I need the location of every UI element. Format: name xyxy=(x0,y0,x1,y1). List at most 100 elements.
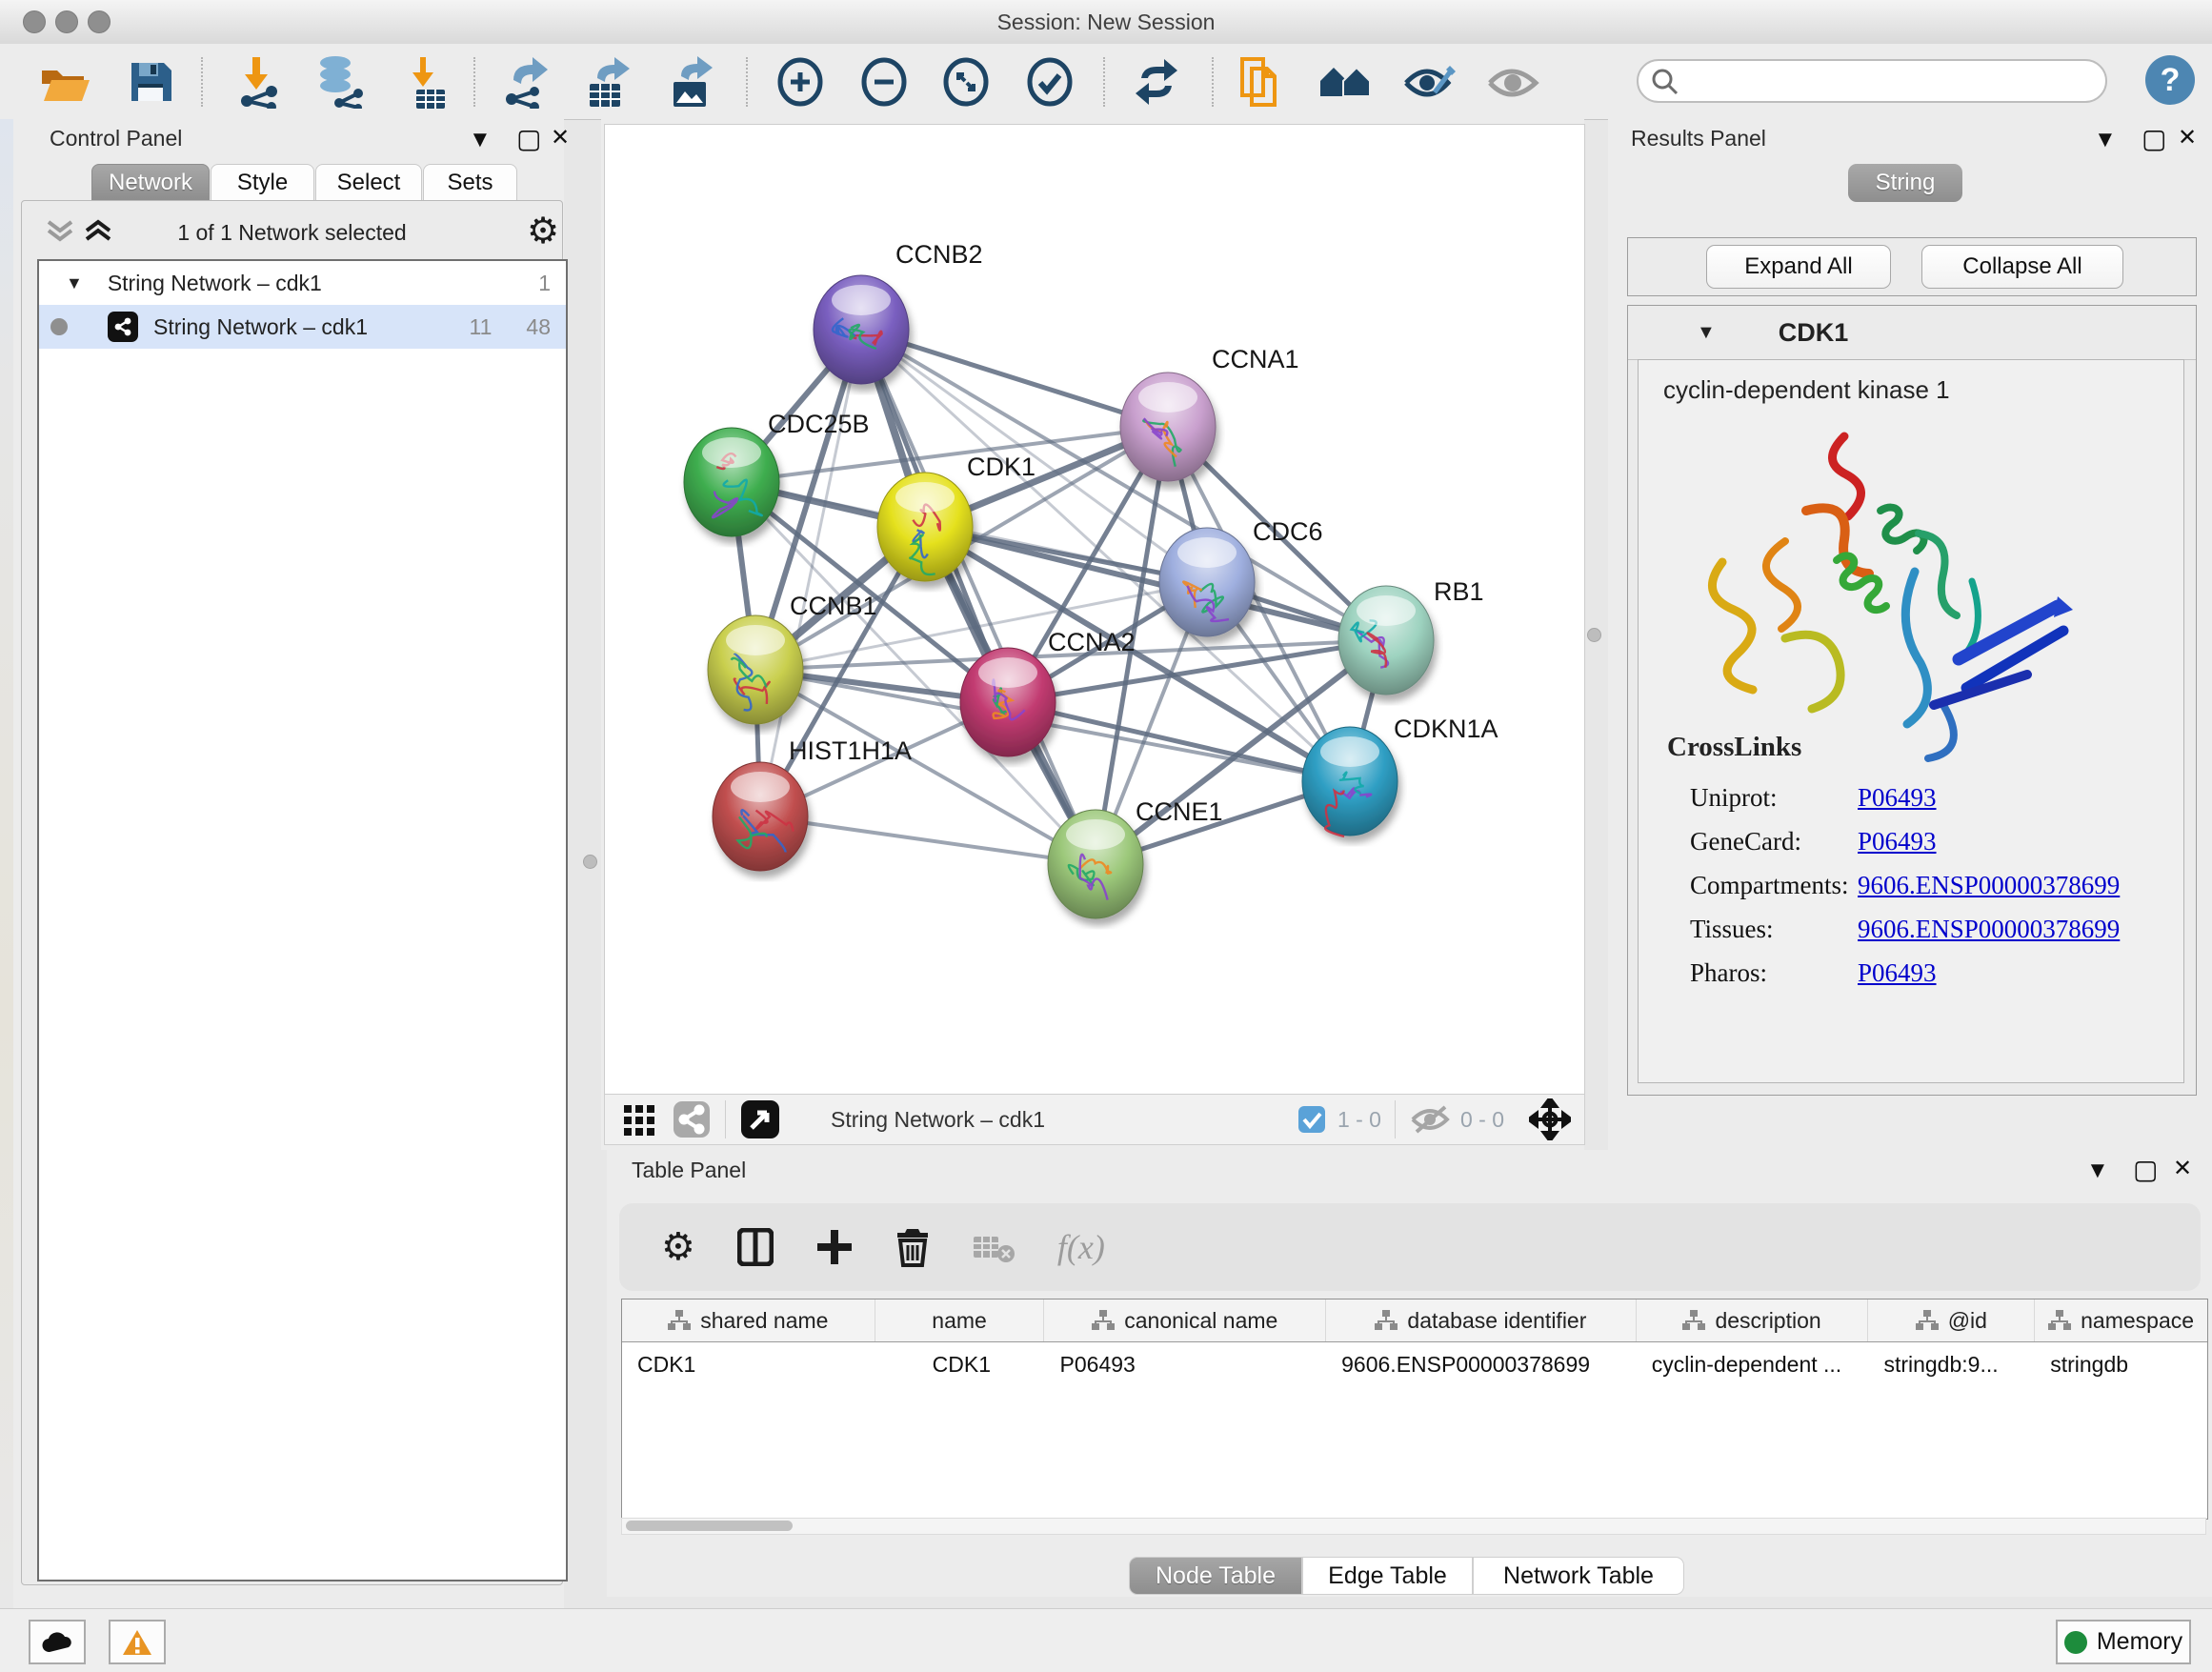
column-header[interactable]: namespace xyxy=(2035,1299,2207,1341)
column-header[interactable]: database identifier xyxy=(1326,1299,1637,1341)
node-HIST1H1A[interactable]: HIST1H1A xyxy=(713,736,912,871)
help-button[interactable]: ? xyxy=(2145,55,2195,105)
memory-status-dot xyxy=(2064,1631,2087,1654)
zoom-in-icon[interactable] xyxy=(774,55,827,109)
import-network-database-icon[interactable] xyxy=(312,55,366,109)
crosslink-label: Tissues: xyxy=(1690,915,1858,944)
grid-view-icon[interactable] xyxy=(622,1101,658,1138)
collapse-all-button[interactable]: Collapse All xyxy=(1921,245,2123,289)
results-panel-close-icon[interactable]: ✕ xyxy=(2178,124,2197,151)
table-panel: Table Panel ▼ ▢ ✕ ⚙ f(x) shared name nam… xyxy=(607,1150,2212,1597)
delete-trash-icon[interactable] xyxy=(895,1227,930,1267)
splitter-handle[interactable] xyxy=(583,855,597,869)
crosslink-link[interactable]: 9606.ENSP00000378699 xyxy=(1858,915,2120,944)
network-type-icon-gray[interactable] xyxy=(672,1099,712,1139)
refresh-icon[interactable] xyxy=(1130,55,1183,109)
control-panel-float-icon[interactable]: ▢ xyxy=(516,123,541,154)
results-panel-menu-icon[interactable]: ▼ xyxy=(2094,127,2117,153)
cell-name[interactable]: CDK1 xyxy=(875,1352,1045,1378)
node-CCNE1[interactable]: CCNE1 xyxy=(1048,797,1223,918)
cell-canonical-name[interactable]: P06493 xyxy=(1045,1352,1327,1378)
horizontal-scrollbar[interactable] xyxy=(621,1518,2206,1535)
cell-shared-name[interactable]: CDK1 xyxy=(622,1352,875,1378)
network-canvas[interactable]: CCNB2CCNA1CDC25BCDK1CDC6RB1CCNB1CCNA2CDK… xyxy=(604,124,1585,1096)
splitter-handle[interactable] xyxy=(1587,628,1601,642)
zoom-out-icon[interactable] xyxy=(857,55,911,109)
network-view-panel: CCNB2CCNA1CDC25BCDK1CDC6RB1CCNB1CCNA2CDK… xyxy=(601,119,1584,1150)
edge-CCNB2-CCNE1[interactable] xyxy=(861,330,1096,864)
tab-node-table[interactable]: Node Table xyxy=(1129,1557,1302,1595)
zoom-selected-icon[interactable] xyxy=(1023,55,1076,109)
memory-button[interactable]: Memory xyxy=(2056,1620,2191,1664)
node-RB1[interactable]: RB1 xyxy=(1338,577,1484,695)
column-header[interactable]: shared name xyxy=(622,1299,875,1341)
main-toolbar: ? xyxy=(0,44,2212,120)
pan-crosshair-icon[interactable] xyxy=(1529,1098,1571,1140)
export-network-icon[interactable] xyxy=(499,55,553,109)
export-image-icon[interactable] xyxy=(665,55,718,109)
crosslink-link[interactable]: P06493 xyxy=(1858,783,1937,813)
tab-style[interactable]: Style xyxy=(211,164,314,202)
collection-expander-icon[interactable]: ▼ xyxy=(66,273,83,293)
column-header[interactable]: name xyxy=(875,1299,1045,1341)
crosslink-link[interactable]: 9606.ENSP00000378699 xyxy=(1858,871,2120,900)
cell-description[interactable]: cyclin-dependent ... xyxy=(1637,1352,1869,1378)
import-table-icon[interactable] xyxy=(400,55,453,109)
node-label-CDK1: CDK1 xyxy=(967,453,1036,481)
network-overview-home-icon[interactable] xyxy=(1318,55,1372,109)
gene-header-row[interactable]: ▼ CDK1 xyxy=(1628,306,2196,360)
show-hide-graphics-details-icon[interactable] xyxy=(1402,55,1456,109)
cell-id[interactable]: stringdb:9... xyxy=(1868,1352,2035,1378)
selected-checkbox-icon[interactable] xyxy=(1297,1105,1326,1134)
warnings-button[interactable] xyxy=(109,1620,166,1664)
hidden-eye-icon[interactable] xyxy=(1409,1103,1451,1136)
table-panel-close-icon[interactable]: ✕ xyxy=(2173,1155,2192,1182)
control-panel-close-icon[interactable]: ✕ xyxy=(551,124,570,151)
column-header[interactable]: canonical name xyxy=(1044,1299,1326,1341)
crosslink-link[interactable]: P06493 xyxy=(1858,827,1937,856)
copy-icon[interactable] xyxy=(1233,55,1286,109)
cloud-button[interactable] xyxy=(29,1620,86,1664)
tab-edge-table[interactable]: Edge Table xyxy=(1302,1557,1473,1595)
column-header[interactable]: @id xyxy=(1868,1299,2035,1341)
control-panel-menu-icon[interactable]: ▼ xyxy=(469,127,492,153)
crosslink-link[interactable]: P06493 xyxy=(1858,958,1937,988)
table-panel-menu-icon[interactable]: ▼ xyxy=(2086,1158,2109,1184)
zoom-fit-content-icon[interactable] xyxy=(939,55,993,109)
cell-database-identifier[interactable]: 9606.ENSP00000378699 xyxy=(1326,1352,1637,1378)
add-icon[interactable] xyxy=(815,1228,854,1266)
birdseye-view-icon[interactable] xyxy=(739,1098,781,1140)
toolbar-divider xyxy=(1395,1100,1396,1138)
cell-namespace[interactable]: stringdb xyxy=(2035,1352,2207,1378)
edge-HIST1H1A-CCNE1[interactable] xyxy=(760,816,1096,864)
save-session-icon[interactable] xyxy=(124,55,177,109)
node-label-CCNA1: CCNA1 xyxy=(1212,345,1299,373)
table-panel-float-icon[interactable]: ▢ xyxy=(2133,1154,2158,1185)
tab-sets[interactable]: Sets xyxy=(423,164,517,202)
show-hide-eye-icon[interactable] xyxy=(1486,55,1539,109)
scrollbar-thumb[interactable] xyxy=(626,1521,793,1531)
tab-string[interactable]: String xyxy=(1848,164,1962,202)
node-label-CCNB1: CCNB1 xyxy=(790,592,877,620)
table-row[interactable]: CDK1 CDK1 P06493 9606.ENSP00000378699 cy… xyxy=(622,1342,2207,1386)
tab-select[interactable]: Select xyxy=(315,164,422,202)
gear-icon[interactable]: ⚙ xyxy=(527,210,559,252)
search-input[interactable] xyxy=(1637,59,2107,103)
column-header[interactable]: description xyxy=(1637,1299,1869,1341)
show-columns-icon[interactable] xyxy=(737,1228,774,1266)
node-CDKN1A[interactable]: CDKN1A xyxy=(1302,715,1498,836)
gene-expander-icon[interactable]: ▼ xyxy=(1697,322,1716,344)
export-table-icon[interactable] xyxy=(581,55,634,109)
open-file-icon[interactable] xyxy=(38,55,91,109)
edge-CCNA2-CDKN1A[interactable] xyxy=(1008,702,1350,781)
network-row-selected[interactable]: String Network – cdk1 11 48 xyxy=(39,305,566,349)
table-gear-icon[interactable]: ⚙ xyxy=(661,1225,695,1269)
tab-network-table[interactable]: Network Table xyxy=(1473,1557,1684,1595)
control-panel-title: Control Panel xyxy=(50,126,182,151)
results-panel-float-icon[interactable]: ▢ xyxy=(2142,123,2166,154)
node-CCNA1[interactable]: CCNA1 xyxy=(1120,345,1299,481)
network-collection-row[interactable]: ▼ String Network – cdk1 1 xyxy=(39,261,566,305)
tab-network[interactable]: Network xyxy=(91,164,210,202)
import-network-icon[interactable] xyxy=(232,55,286,109)
expand-all-button[interactable]: Expand All xyxy=(1706,245,1891,289)
